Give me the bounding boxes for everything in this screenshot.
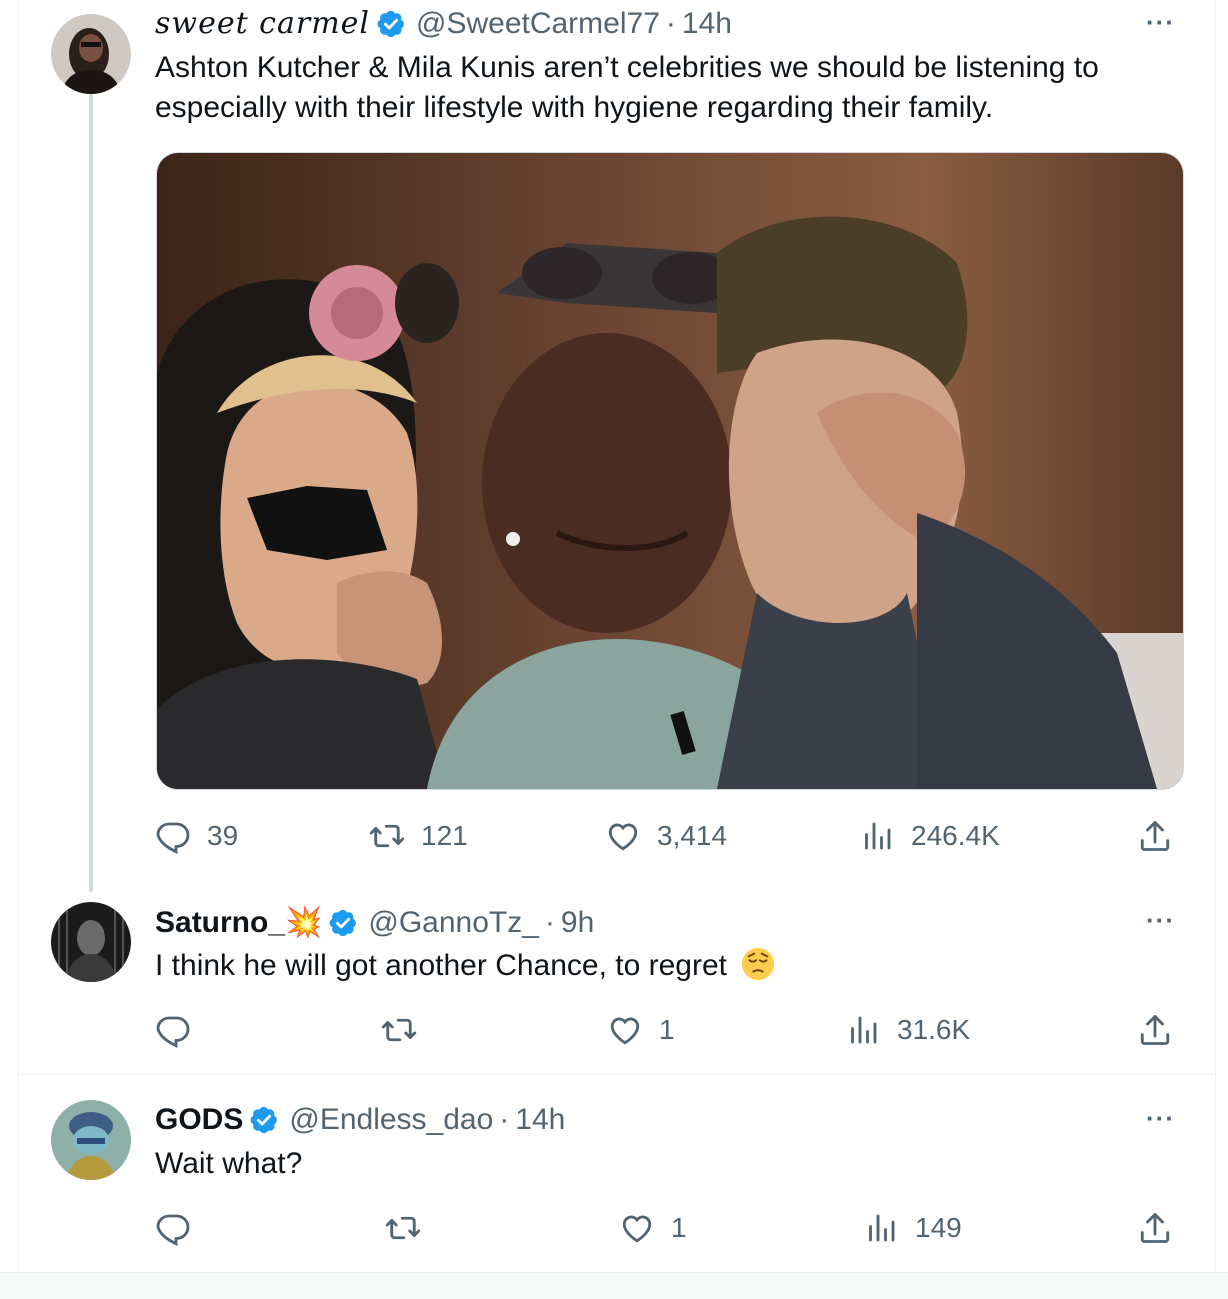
- separator-dot: ·: [544, 905, 555, 939]
- tweet-text: Ashton Kutcher & Mila Kunis aren’t celeb…: [155, 51, 1099, 124]
- timestamp[interactable]: 9h: [561, 906, 594, 940]
- views-count: 31.6K: [897, 1014, 971, 1045]
- share-button[interactable]: [1137, 1208, 1173, 1248]
- display-name[interactable]: GODS: [155, 1103, 243, 1137]
- separator-dot: ·: [665, 6, 676, 40]
- more-icon[interactable]: ···: [1146, 1105, 1182, 1131]
- timestamp[interactable]: 14h: [682, 7, 732, 41]
- share-icon: [1137, 1210, 1173, 1246]
- reply-button[interactable]: 39: [155, 816, 238, 856]
- more-icon[interactable]: ···: [1146, 9, 1182, 35]
- like-icon: [607, 1012, 643, 1048]
- tweet-header: GODS @Endless_dao · 14h: [155, 1103, 565, 1137]
- share-button[interactable]: [1137, 816, 1173, 856]
- reply-count: 39: [207, 820, 239, 851]
- display-name[interactable]: sweet carmel: [155, 6, 370, 41]
- separator-dot: ·: [499, 1103, 510, 1136]
- thread-connector-line: [89, 92, 93, 892]
- avatar[interactable]: [51, 902, 131, 982]
- share-icon: [1137, 818, 1173, 854]
- avatar[interactable]: [51, 14, 131, 94]
- reply-icon: [155, 1012, 191, 1048]
- views-button[interactable]: 31.6K: [845, 1010, 970, 1050]
- reply-button[interactable]: [155, 1010, 207, 1050]
- avatar-photo: [51, 14, 131, 94]
- views-button[interactable]: 246.4K: [859, 816, 1000, 856]
- reply-icon: [155, 1210, 191, 1246]
- retweet-button[interactable]: [385, 1208, 437, 1248]
- avatar-photo: [51, 902, 131, 982]
- share-button[interactable]: [1137, 1010, 1173, 1050]
- tweet-actions: 1 149: [155, 1208, 1185, 1248]
- like-button[interactable]: 1: [619, 1208, 687, 1248]
- reply-button[interactable]: [155, 1208, 207, 1248]
- bottom-edge: [0, 1272, 1228, 1299]
- user-handle[interactable]: @GannoTz_: [368, 906, 539, 940]
- avatar[interactable]: [51, 1100, 131, 1180]
- retweet-count: 121: [421, 820, 468, 851]
- verified-badge-icon: [376, 9, 406, 39]
- views-icon: [845, 1012, 881, 1048]
- tweet-text: I think he will got another Chance, to r…: [155, 949, 727, 982]
- views-button[interactable]: 149: [863, 1208, 962, 1248]
- like-icon: [605, 818, 641, 854]
- like-count: 1: [671, 1212, 687, 1243]
- reply-icon: [155, 818, 191, 854]
- user-handle[interactable]: @SweetCarmel77: [416, 7, 660, 41]
- divider: [18, 1074, 1214, 1075]
- tweet-text-wrapper: I think he will got another Chance, to r…: [155, 946, 1185, 986]
- avatar-photo: [51, 1100, 131, 1180]
- like-count: 1: [659, 1014, 675, 1045]
- pensive-face-emoji-icon: [742, 947, 775, 981]
- timestamp[interactable]: 14h: [515, 1103, 565, 1137]
- display-name[interactable]: Saturno_💥: [155, 905, 322, 940]
- share-icon: [1137, 1012, 1173, 1048]
- views-icon: [863, 1210, 899, 1246]
- like-count: 3,414: [657, 820, 728, 851]
- like-button[interactable]: 1: [607, 1010, 675, 1050]
- user-handle[interactable]: @Endless_dao: [289, 1103, 493, 1137]
- tweet-actions: 1 31.6K: [155, 1010, 1185, 1050]
- more-icon[interactable]: ···: [1146, 907, 1182, 933]
- tweet-text: Wait what?: [155, 1147, 303, 1180]
- tweet-header: sweet carmel @SweetCarmel77 · 14h: [155, 6, 732, 41]
- verified-badge-icon: [328, 908, 358, 938]
- verified-badge-icon: [249, 1105, 279, 1135]
- retweet-icon: [385, 1210, 421, 1246]
- tweet-actions: 39 121 3,414 246.4K: [155, 816, 1185, 856]
- retweet-button[interactable]: [381, 1010, 433, 1050]
- retweet-icon: [369, 818, 405, 854]
- like-icon: [619, 1210, 655, 1246]
- photo-illustration: [157, 153, 1183, 789]
- tweet-header: Saturno_💥 @GannoTz_ · 9h: [155, 905, 594, 940]
- retweet-icon: [381, 1012, 417, 1048]
- retweet-button[interactable]: 121: [369, 816, 468, 856]
- views-count: 149: [915, 1212, 962, 1243]
- views-icon: [859, 818, 895, 854]
- tweet-media-image[interactable]: [156, 152, 1184, 790]
- views-count: 246.4K: [911, 820, 1000, 851]
- like-button[interactable]: 3,414: [605, 816, 727, 856]
